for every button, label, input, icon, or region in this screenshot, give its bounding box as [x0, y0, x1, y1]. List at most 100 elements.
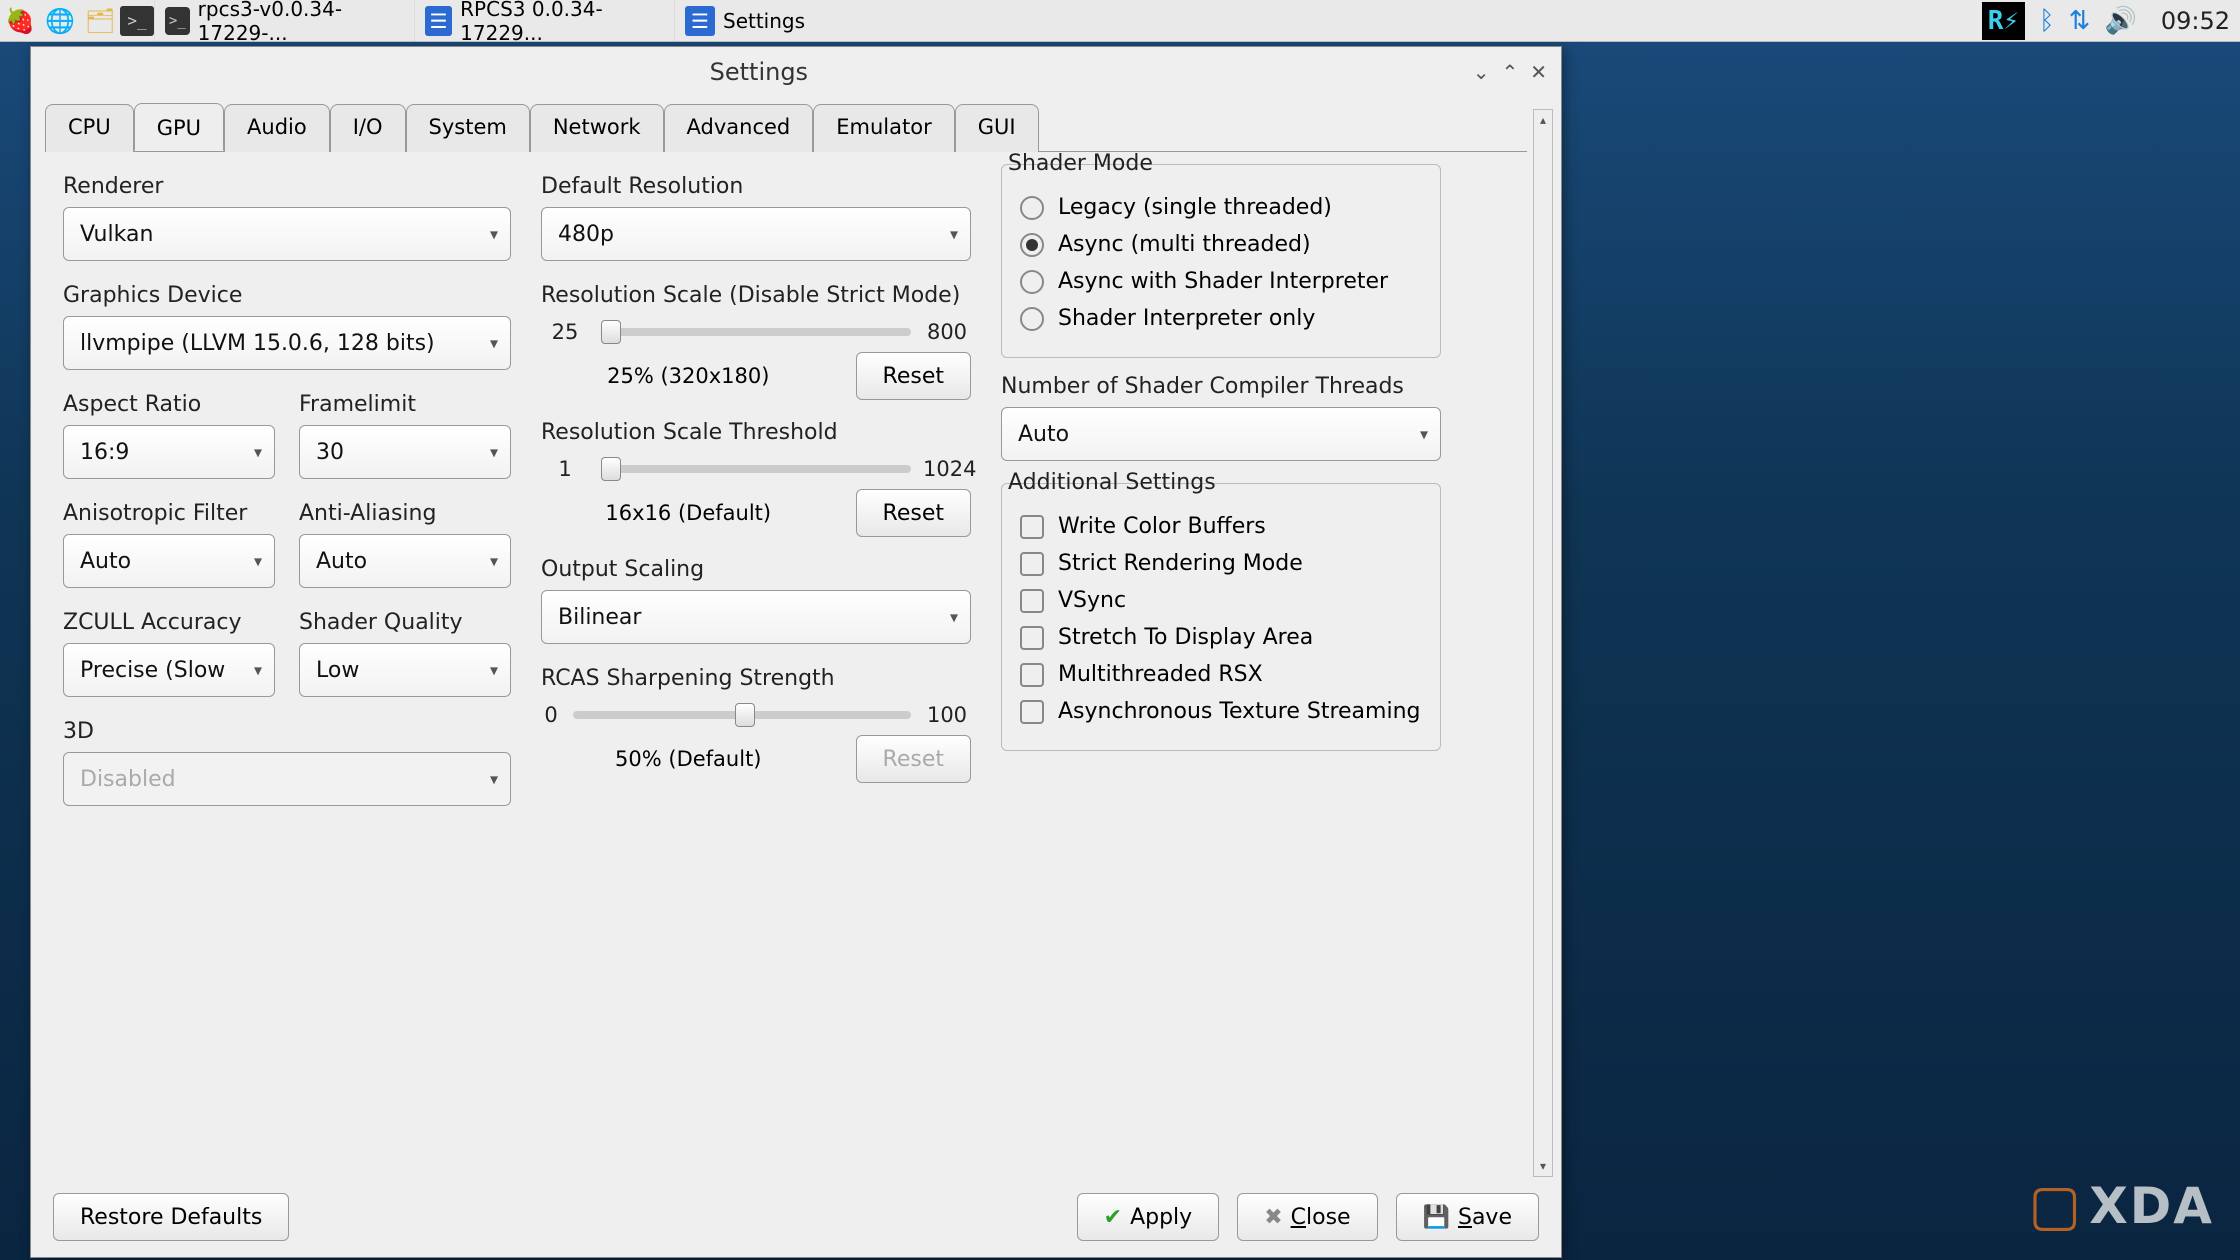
scroll-down-icon[interactable]: ▾ — [1534, 1156, 1552, 1176]
tab-emulator[interactable]: Emulator — [813, 104, 954, 152]
checkbox-icon — [1020, 589, 1044, 613]
additional-setting-checkbox[interactable]: Stretch To Display Area — [1020, 625, 1422, 650]
tray-app-icon[interactable]: R⚡ — [1982, 2, 2025, 40]
window-title: Settings — [45, 58, 1473, 86]
framelimit-label: Framelimit — [299, 392, 511, 417]
resolution-threshold-reset-button[interactable]: Reset — [856, 489, 971, 537]
taskbar-app-label: RPCS3 0.0.34-17229... — [460, 0, 664, 45]
tab-cpu[interactable]: CPU — [45, 104, 134, 152]
resolution-threshold-min: 1 — [541, 457, 589, 481]
radio-icon — [1020, 233, 1044, 257]
web-browser-icon[interactable]: 🌐 — [40, 1, 80, 41]
settings-window: Settings ⌄ ⌃ ✕ CPUGPUAudioI/OSystemNetwo… — [30, 46, 1562, 1258]
maximize-button[interactable]: ⌃ — [1501, 60, 1518, 84]
system-tray: R⚡ ᛒ ⇅ 🔊 — [1982, 2, 2151, 40]
shader-quality-select[interactable]: Low▾ — [299, 643, 511, 697]
additional-setting-checkbox[interactable]: Strict Rendering Mode — [1020, 551, 1422, 576]
chevron-down-icon: ▾ — [1420, 425, 1428, 444]
graphics-device-label: Graphics Device — [63, 283, 511, 308]
network-icon[interactable]: ⇅ — [2069, 6, 2091, 36]
chevron-down-icon: ▾ — [490, 661, 498, 680]
checkbox-icon — [1020, 626, 1044, 650]
resolution-threshold-max: 1024 — [923, 457, 971, 481]
chevron-down-icon: ▾ — [254, 661, 262, 680]
checkbox-icon — [1020, 663, 1044, 687]
chevron-down-icon: ▾ — [490, 225, 498, 244]
resolution-scale-min: 25 — [541, 320, 589, 344]
anti-aliasing-select[interactable]: Auto▾ — [299, 534, 511, 588]
checkbox-icon — [1020, 700, 1044, 724]
additional-setting-checkbox[interactable]: VSync — [1020, 588, 1422, 613]
additional-setting-checkbox[interactable]: Multithreaded RSX — [1020, 662, 1422, 687]
close-button[interactable]: ✕ — [1530, 60, 1547, 84]
tab-gui[interactable]: GUI — [955, 104, 1039, 152]
tab-system[interactable]: System — [406, 104, 530, 152]
aspect-ratio-select[interactable]: 16:9▾ — [63, 425, 275, 479]
restore-defaults-button[interactable]: Restore Defaults — [53, 1193, 289, 1241]
shader-mode-option[interactable]: Legacy (single threaded) — [1020, 195, 1422, 220]
rcas-slider[interactable] — [573, 711, 911, 719]
apply-button[interactable]: ✔Apply — [1077, 1193, 1220, 1241]
save-icon: 💾 — [1423, 1205, 1450, 1230]
zcull-accuracy-label: ZCULL Accuracy — [63, 610, 275, 635]
chevron-down-icon: ▾ — [490, 552, 498, 571]
graphics-device-select[interactable]: llvmpipe (LLVM 15.0.6, 128 bits)▾ — [63, 316, 511, 370]
chevron-down-icon: ▾ — [490, 770, 498, 789]
additional-setting-checkbox[interactable]: Asynchronous Texture Streaming — [1020, 699, 1422, 724]
checkbox-icon — [1020, 552, 1044, 576]
shader-mode-option[interactable]: Async with Shader Interpreter — [1020, 269, 1422, 294]
save-button[interactable]: 💾Save — [1396, 1193, 1539, 1241]
anisotropic-filter-select[interactable]: Auto▾ — [63, 534, 275, 588]
tab-network[interactable]: Network — [530, 104, 664, 152]
resolution-scale-slider[interactable] — [601, 328, 911, 336]
output-scaling-select[interactable]: Bilinear▾ — [541, 590, 971, 644]
chevron-down-icon: ▾ — [490, 334, 498, 353]
tab-gpu[interactable]: GPU — [134, 103, 224, 151]
shader-threads-label: Number of Shader Compiler Threads — [1001, 374, 1441, 399]
rcas-reset-button: Reset — [856, 735, 971, 783]
taskbar-app-settings[interactable]: ☰ Settings — [674, 0, 815, 42]
anisotropic-filter-label: Anisotropic Filter — [63, 501, 275, 526]
settings-footer: Restore Defaults ✔Apply ✖Close 💾Save — [53, 1193, 1539, 1241]
default-resolution-select[interactable]: 480p▾ — [541, 207, 971, 261]
zcull-accuracy-select[interactable]: Precise (Slow▾ — [63, 643, 275, 697]
threed-label: 3D — [63, 719, 511, 744]
framelimit-select[interactable]: 30▾ — [299, 425, 511, 479]
additional-setting-checkbox[interactable]: Write Color Buffers — [1020, 514, 1422, 539]
tab-i/o[interactable]: I/O — [330, 104, 406, 152]
close-icon: ✖ — [1264, 1205, 1282, 1230]
scroll-up-icon[interactable]: ▴ — [1534, 110, 1552, 130]
shader-mode-option[interactable]: Shader Interpreter only — [1020, 306, 1422, 331]
taskbar: 🍓 🌐 🗂 >_ >_ rpcs3-v0.0.34-17229-... ☰ RP… — [0, 0, 2240, 42]
shader-threads-select[interactable]: Auto▾ — [1001, 407, 1441, 461]
shader-quality-label: Shader Quality — [299, 610, 511, 635]
taskbar-app-rpcs3[interactable]: ☰ RPCS3 0.0.34-17229... — [414, 0, 674, 42]
resolution-threshold-label: Resolution Scale Threshold — [541, 420, 971, 445]
tab-audio[interactable]: Audio — [224, 104, 330, 152]
resolution-threshold-slider[interactable] — [601, 465, 911, 473]
raspberry-menu-icon[interactable]: 🍓 — [0, 1, 40, 41]
rcas-label: RCAS Sharpening Strength — [541, 666, 971, 691]
minimize-button[interactable]: ⌄ — [1473, 60, 1490, 84]
tab-advanced[interactable]: Advanced — [664, 104, 814, 152]
bluetooth-icon[interactable]: ᛒ — [2039, 6, 2055, 36]
settings-titlebar[interactable]: Settings ⌄ ⌃ ✕ — [31, 47, 1561, 97]
taskbar-app-label: Settings — [723, 9, 805, 33]
taskbar-app-terminal2[interactable]: >_ rpcs3-v0.0.34-17229-... — [154, 0, 414, 42]
settings-scrollbar[interactable]: ▴ ▾ — [1533, 109, 1553, 1177]
renderer-select[interactable]: Vulkan▾ — [63, 207, 511, 261]
volume-icon[interactable]: 🔊 — [2104, 6, 2136, 36]
additional-settings-label: Additional Settings — [1002, 470, 1222, 495]
chevron-down-icon: ▾ — [254, 443, 262, 462]
close-button[interactable]: ✖Close — [1237, 1193, 1377, 1241]
taskbar-clock[interactable]: 09:52 — [2151, 7, 2240, 35]
aspect-ratio-label: Aspect Ratio — [63, 392, 275, 417]
chevron-down-icon: ▾ — [254, 552, 262, 571]
file-manager-icon[interactable]: 🗂 — [80, 1, 120, 41]
shader-mode-option[interactable]: Async (multi threaded) — [1020, 232, 1422, 257]
shader-mode-group: Shader Mode Legacy (single threaded)Asyn… — [1001, 164, 1441, 358]
resolution-scale-reset-button[interactable]: Reset — [856, 352, 971, 400]
threed-select: Disabled▾ — [63, 752, 511, 806]
radio-icon — [1020, 270, 1044, 294]
terminal-icon[interactable]: >_ — [120, 6, 154, 36]
